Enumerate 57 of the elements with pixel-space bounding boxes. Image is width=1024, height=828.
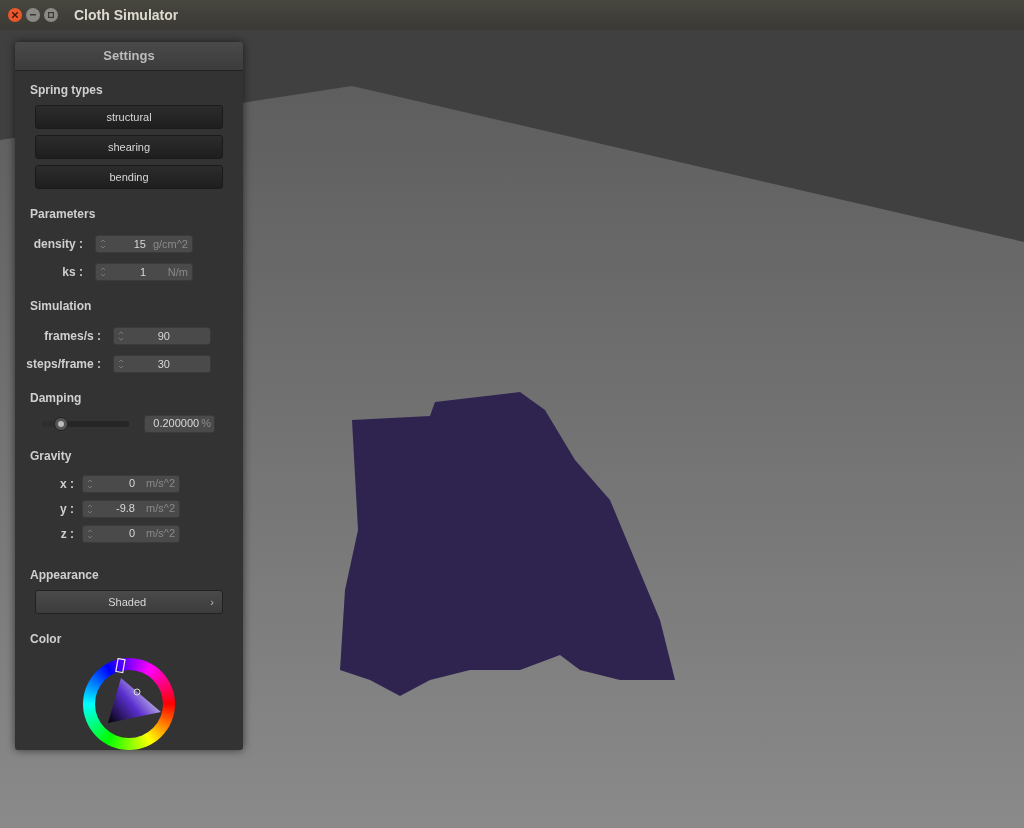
- section-heading: Parameters: [29, 206, 97, 223]
- spring-type-button[interactable]: bending: [35, 165, 223, 190]
- appearance-dropdown[interactable]: Shaded ›: [35, 590, 223, 615]
- spinner-arrows-icon[interactable]: [87, 477, 93, 490]
- damping-slider[interactable]: [43, 416, 129, 431]
- field-label: ks :: [61, 264, 84, 281]
- minimize-icon: [30, 14, 36, 16]
- field-value: -9.8: [115, 501, 135, 517]
- field-label: density :: [32, 236, 84, 253]
- number-field[interactable]: 15 g/cm^2: [95, 235, 193, 253]
- number-field[interactable]: 1 N/m: [95, 263, 193, 281]
- panel-title: Settings: [103, 47, 155, 66]
- spinner-arrows-icon[interactable]: [118, 357, 124, 370]
- spinner-arrows-icon[interactable]: [87, 527, 93, 540]
- section-heading: Damping: [29, 389, 83, 407]
- field-value: 0: [127, 476, 135, 492]
- maximize-button[interactable]: [44, 8, 58, 22]
- number-field[interactable]: -9.8 m/s^2: [82, 499, 180, 518]
- number-field[interactable]: 0 m/s^2: [82, 524, 180, 543]
- field-unit: m/s^2: [145, 476, 175, 492]
- field-value: 1: [138, 264, 146, 280]
- field-unit: m/s^2: [145, 501, 175, 517]
- spinner-arrows-icon[interactable]: [100, 266, 106, 278]
- slider-thumb[interactable]: [53, 416, 68, 431]
- spinner-arrows-icon[interactable]: [118, 329, 124, 342]
- field-unit: %: [201, 416, 211, 432]
- field-label: x :: [59, 475, 75, 493]
- field-value: 30: [156, 356, 171, 372]
- field-unit: N/m: [166, 264, 188, 280]
- window-title: Cloth Simulator: [74, 5, 179, 25]
- spring-type-button[interactable]: structural: [35, 105, 223, 130]
- field-label: y :: [59, 500, 75, 518]
- close-button[interactable]: [8, 8, 22, 22]
- section-heading: Appearance: [29, 567, 100, 585]
- minimize-button[interactable]: [26, 8, 40, 22]
- maximize-icon: [48, 12, 54, 18]
- field-value: 0.200000: [153, 416, 200, 432]
- field-value: 15: [132, 236, 146, 252]
- section-heading: Gravity: [29, 447, 73, 465]
- field-value: 0: [127, 526, 135, 542]
- field-label: steps/frame :: [25, 355, 102, 373]
- field-label: frames/s :: [43, 327, 102, 345]
- section-heading: Color: [29, 631, 63, 648]
- spinner-arrows-icon[interactable]: [100, 238, 106, 250]
- damping-field[interactable]: 0.200000 %: [143, 414, 215, 433]
- field-label: z :: [59, 525, 75, 543]
- number-field[interactable]: 0 m/s^2: [82, 474, 180, 493]
- section-heading: Simulation: [29, 297, 93, 315]
- number-field[interactable]: 30: [113, 354, 211, 373]
- spinner-arrows-icon[interactable]: [87, 502, 93, 515]
- field-unit: g/cm^2: [151, 236, 188, 252]
- field-unit: m/s^2: [145, 526, 175, 542]
- field-value: 90: [156, 328, 171, 344]
- number-field[interactable]: 90: [113, 326, 211, 345]
- close-icon: [12, 12, 18, 18]
- section-heading: Spring types: [29, 82, 104, 100]
- spring-type-button[interactable]: shearing: [35, 135, 223, 160]
